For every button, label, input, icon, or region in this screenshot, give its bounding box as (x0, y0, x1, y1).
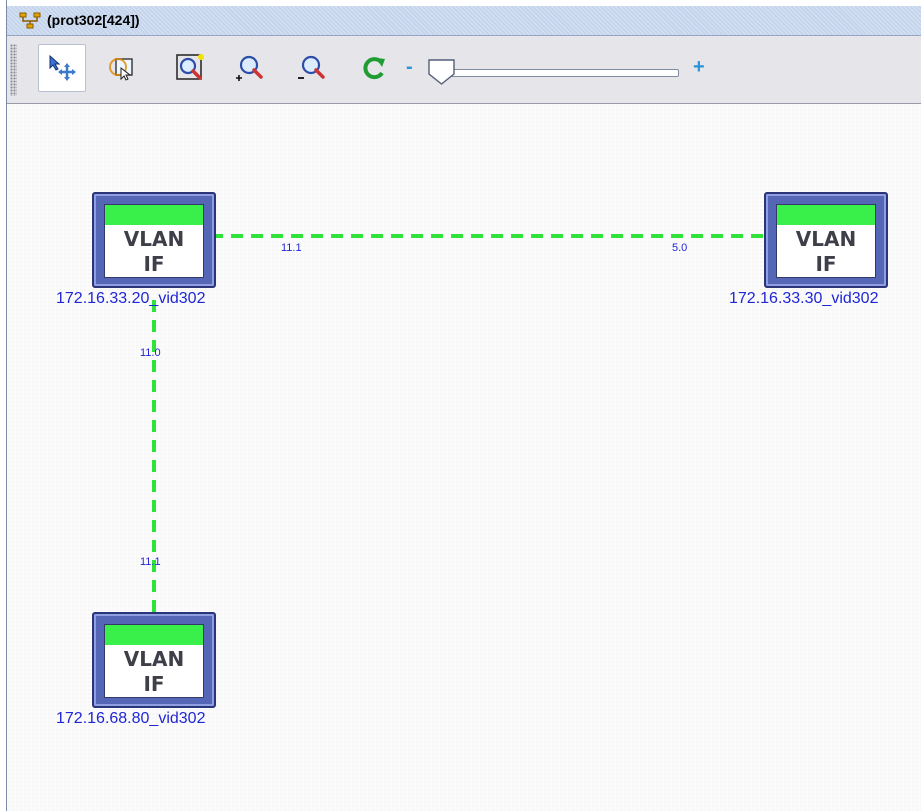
zoom-slider-thumb[interactable] (427, 58, 457, 86)
pointer-move-icon (49, 54, 76, 81)
rectangle-select-icon (109, 58, 133, 81)
node-label[interactable]: 172.16.33.30_vid302 (729, 290, 878, 308)
node-vlan-if[interactable]: VLAN IF (92, 612, 216, 708)
zoom-fit-button[interactable] (166, 44, 214, 92)
zoom-in-icon (236, 55, 263, 81)
node-type-label: VLAN IF (795, 227, 857, 276)
node-label[interactable]: 172.16.68.80_vid302 (56, 710, 205, 728)
link-label: 11.1 (140, 556, 161, 568)
node-vlan-if[interactable]: VLAN IF (764, 192, 888, 288)
link-label: 5.0 (672, 242, 688, 254)
refresh-button[interactable] (350, 44, 398, 92)
network-topology-icon (19, 12, 41, 29)
node-label[interactable]: 172.16.33.20_vid302 (56, 290, 205, 308)
node-frame: VLAN IF (92, 612, 216, 708)
zoom-plus-icon[interactable]: + (693, 57, 705, 77)
vlan-if-icon: VLAN IF (776, 204, 876, 278)
vlan-if-icon: VLAN IF (104, 624, 204, 698)
link-label: 11.0 (140, 347, 161, 359)
zoom-out-button[interactable] (286, 44, 334, 92)
node-vlan-if[interactable]: VLAN IF (92, 192, 216, 288)
status-bar (105, 205, 203, 225)
vlan-if-icon: VLAN IF (104, 204, 204, 278)
zoom-fit-icon (176, 54, 204, 80)
link-label: 11.1 (281, 242, 302, 254)
status-bar (777, 205, 875, 225)
title-bar: (prot302[424]) (7, 6, 921, 36)
refresh-icon (363, 57, 385, 80)
node-frame: VLAN IF (92, 192, 216, 288)
zoom-in-button[interactable] (224, 44, 272, 92)
status-bar (105, 625, 203, 645)
zoom-minus-icon[interactable]: - (406, 57, 413, 77)
select-move-button[interactable] (38, 44, 86, 92)
select-area-button[interactable] (98, 44, 146, 92)
toolbar: - + (7, 36, 921, 104)
node-type-label: VLAN IF (123, 227, 185, 276)
node-frame: VLAN IF (764, 192, 888, 288)
zoom-out-icon (298, 55, 325, 79)
window-title: (prot302[424]) (47, 12, 140, 28)
toolbar-grip[interactable] (10, 44, 17, 96)
zoom-slider[interactable] (437, 69, 679, 77)
node-type-label: VLAN IF (123, 647, 185, 696)
